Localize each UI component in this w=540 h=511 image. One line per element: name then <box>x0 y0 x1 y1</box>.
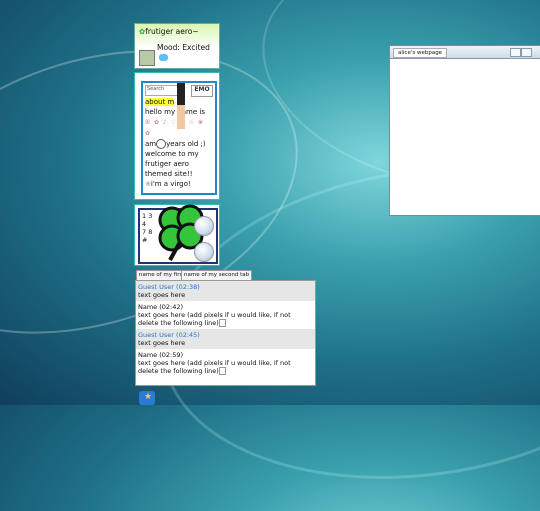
window-title: alice's webpage <box>393 48 448 58</box>
about-line-4: welcome to my <box>145 150 199 158</box>
close-icon[interactable] <box>521 48 532 57</box>
widget-panel: 1 3 4 7 8 # <box>138 204 218 264</box>
star-icon[interactable]: ★ <box>139 391 155 405</box>
doll-body <box>177 83 185 105</box>
comment-author[interactable]: Guest User (02:45) <box>138 331 313 339</box>
comment-item: Guest User (02:45) text goes here <box>136 329 315 349</box>
webpage-window: alice's webpage <box>389 45 540 216</box>
comment-item: Name (02:59) text goes here (add pixels … <box>136 349 315 377</box>
number-line-2: 4 <box>142 220 147 228</box>
comment-author[interactable]: Guest User (02:38) <box>138 283 313 291</box>
about-line-2: am <box>145 140 157 148</box>
comment-author[interactable]: Name (02:59) <box>138 351 313 359</box>
broken-image-icon <box>218 319 226 327</box>
comment-author[interactable]: Name (02:42) <box>138 303 313 311</box>
comment-text: text goes here <box>138 291 186 299</box>
comment-list: Guest User (02:38) text goes here Name (… <box>135 280 316 386</box>
profile-header-card: ✿frutiger aero~ Mood: Excited <box>134 23 220 69</box>
comment-item: Guest User (02:38) text goes here <box>136 281 315 301</box>
profile-title-text: frutiger aero~ <box>145 27 199 36</box>
about-line-6: themed site!! <box>145 170 193 178</box>
number-line-4: # <box>142 236 148 244</box>
widget-card: 1 3 4 7 8 # <box>134 204 220 266</box>
age-sticker-icon <box>156 139 167 149</box>
minimize-icon[interactable] <box>510 48 521 57</box>
bubble-icon[interactable] <box>194 216 214 236</box>
window-titlebar[interactable]: alice's webpage <box>390 46 540 59</box>
profile-title: ✿frutiger aero~ <box>139 27 199 36</box>
doll-image <box>173 83 189 129</box>
mood-label: Mood: Excited <box>157 43 210 52</box>
bubble-icon[interactable] <box>194 242 214 262</box>
star-glyph: ★ <box>144 392 153 402</box>
comment-item: Name (02:42) text goes here (add pixels … <box>136 301 315 329</box>
emo-badge: EMO <box>191 85 213 97</box>
comment-text: text goes here (add pixels if u would li… <box>138 311 291 327</box>
mood-status: Mood: Excited <box>157 43 219 61</box>
about-card: Search EMO about m hello my name is ꕤ ✿ … <box>134 72 220 200</box>
broken-image-icon <box>218 367 226 375</box>
about-heading: about m <box>145 98 175 106</box>
avatar[interactable] <box>139 50 155 66</box>
comment-text: text goes here (add pixels if u would li… <box>138 359 291 375</box>
about-line-3: years old ;) <box>166 140 206 148</box>
cloud-icon <box>159 53 168 61</box>
doll-legs <box>177 105 185 129</box>
about-line-5: frutiger aero <box>145 160 189 168</box>
comment-text: text goes here <box>138 339 186 347</box>
about-panel: Search EMO about m hello my name is ꕤ ✿ … <box>141 81 217 195</box>
about-line-7: i'm a virgo! <box>150 180 191 188</box>
